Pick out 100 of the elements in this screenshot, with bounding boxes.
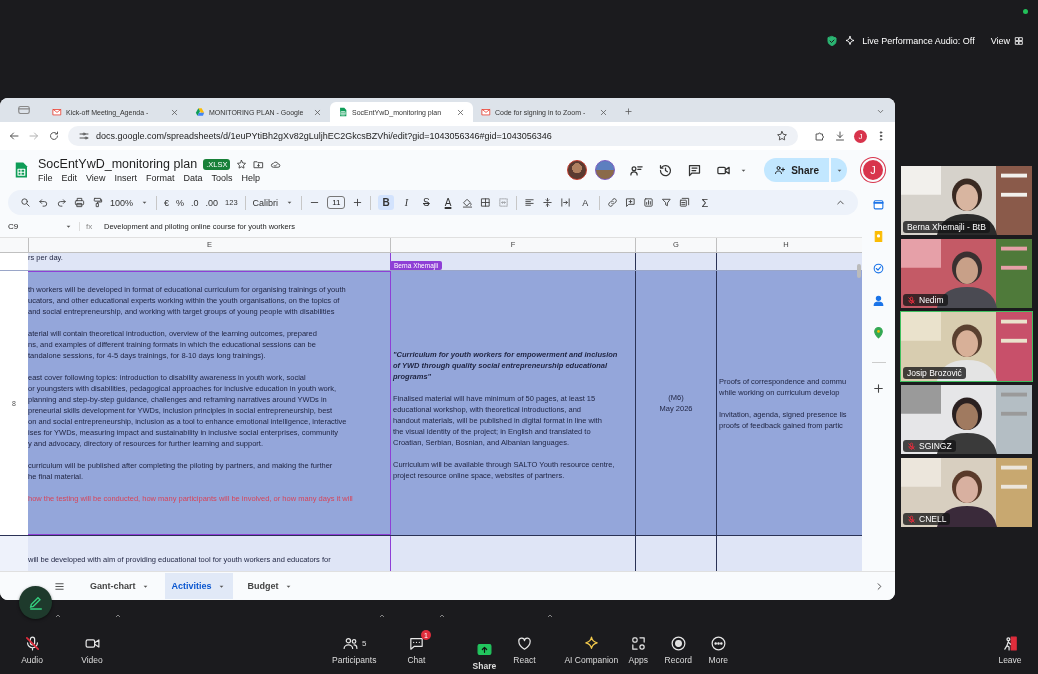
- decrease-decimal-button[interactable]: .0: [191, 197, 199, 208]
- borders-icon[interactable]: [480, 197, 492, 208]
- caret-icon[interactable]: [54, 612, 62, 620]
- close-icon[interactable]: [599, 107, 608, 117]
- menu-item[interactable]: Format: [145, 173, 175, 183]
- menu-item[interactable]: View: [86, 173, 106, 183]
- video-tile[interactable]: SGINGZ: [900, 384, 1033, 455]
- table-row[interactable]: [0, 271, 862, 536]
- download-icon[interactable]: [834, 130, 846, 142]
- video-tile[interactable]: Berna Xhemajli - BtB: [900, 165, 1033, 236]
- merge-cells-icon[interactable]: [498, 197, 510, 208]
- record-button[interactable]: Record: [658, 634, 699, 665]
- strikethrough-button[interactable]: S: [419, 195, 434, 210]
- move-folder-icon[interactable]: [253, 158, 265, 170]
- video-tile[interactable]: Nedim: [900, 238, 1033, 309]
- close-icon[interactable]: [313, 107, 322, 117]
- extensions-icon[interactable]: [814, 130, 826, 142]
- sheet-tab[interactable]: Gant-chart: [83, 573, 157, 599]
- name-box[interactable]: C9: [8, 221, 58, 231]
- currency-format-button[interactable]: €: [164, 197, 170, 208]
- caret-icon[interactable]: [546, 612, 555, 620]
- more-button[interactable]: More: [698, 634, 739, 665]
- edit-button[interactable]: [19, 586, 52, 619]
- collaborator-avatar[interactable]: [567, 160, 588, 180]
- close-icon[interactable]: [170, 107, 179, 117]
- menu-item[interactable]: Edit: [61, 173, 78, 183]
- undo-icon[interactable]: [38, 197, 49, 208]
- zoom-select[interactable]: 100%: [110, 197, 134, 208]
- site-settings-icon[interactable]: [78, 130, 90, 142]
- share-screen-icon: [475, 641, 493, 658]
- ai-companion-button[interactable]: AI Companion: [564, 634, 619, 665]
- star-icon[interactable]: [236, 158, 248, 170]
- react-button[interactable]: React: [504, 634, 545, 665]
- reload-icon[interactable]: [48, 130, 60, 142]
- percent-format-button[interactable]: %: [176, 197, 185, 208]
- participants-button[interactable]: 5 Participants: [332, 634, 377, 665]
- text-wrap-icon[interactable]: [560, 197, 572, 208]
- video-button[interactable]: Video: [72, 634, 112, 665]
- menu-item[interactable]: Insert: [114, 173, 137, 183]
- document-title[interactable]: SocEntYwD_monitoring plan: [38, 157, 198, 171]
- align-left-icon[interactable]: [524, 197, 536, 208]
- tab-group-icon[interactable]: [16, 103, 32, 117]
- caret-icon[interactable]: [378, 612, 387, 620]
- close-icon[interactable]: [456, 107, 465, 117]
- filter-icon[interactable]: [661, 197, 673, 208]
- add-icon[interactable]: [872, 382, 885, 395]
- address-bar[interactable]: docs.google.com/spreadsheets/d/1euPYtiBh2gXv82gLuljhEC2GkcsBZVhi/edit?gid=1043056346#gid=1043056346: [68, 126, 798, 146]
- apps-button[interactable]: Apps: [618, 634, 659, 665]
- tasks-icon[interactable]: [872, 262, 885, 275]
- search-icon[interactable]: [20, 197, 31, 208]
- paint-format-icon[interactable]: [92, 197, 103, 208]
- caret-icon[interactable]: [114, 612, 122, 620]
- menu-item[interactable]: Data: [183, 173, 203, 183]
- audio-button[interactable]: Audio: [12, 634, 52, 665]
- italic-button[interactable]: I: [400, 195, 412, 210]
- leave-button[interactable]: Leave: [990, 634, 1030, 665]
- chart-icon[interactable]: [643, 197, 655, 208]
- share-button[interactable]: Share: [764, 158, 829, 182]
- filter-views-icon[interactable]: [679, 197, 691, 208]
- functions-button[interactable]: Σ: [697, 194, 713, 211]
- sparkle-icon[interactable]: [844, 35, 857, 47]
- collaborator-avatar[interactable]: [595, 160, 616, 180]
- video-tile[interactable]: CNELL: [900, 457, 1033, 528]
- fill-color-icon[interactable]: [462, 197, 474, 208]
- contacts-icon[interactable]: [872, 294, 885, 307]
- tab-search-icon[interactable]: [876, 107, 885, 116]
- menu-item[interactable]: File: [38, 173, 53, 183]
- menu-item[interactable]: Help: [241, 173, 260, 183]
- vertical-align-icon[interactable]: [542, 197, 554, 208]
- view-button[interactable]: View: [990, 35, 1024, 47]
- profile-avatar[interactable]: J: [854, 129, 867, 143]
- sheet-tab[interactable]: Activities: [164, 573, 233, 599]
- bold-button[interactable]: B: [378, 195, 394, 210]
- history-icon[interactable]: [658, 162, 674, 178]
- caret-icon[interactable]: [438, 612, 447, 620]
- back-icon[interactable]: [8, 130, 20, 142]
- font-select[interactable]: Calibri: [252, 197, 279, 208]
- print-icon[interactable]: [74, 197, 85, 208]
- text-color-button[interactable]: A: [440, 195, 456, 210]
- redo-icon[interactable]: [56, 197, 67, 208]
- plus-icon[interactable]: [352, 197, 364, 208]
- bookmark-star-icon[interactable]: [776, 130, 788, 142]
- calendar-icon[interactable]: [872, 198, 885, 211]
- font-size-field[interactable]: 11: [327, 196, 346, 209]
- text-rotation-button[interactable]: A: [578, 195, 593, 210]
- video-tile[interactable]: Josip Brozović: [900, 311, 1033, 382]
- link-icon[interactable]: [607, 197, 619, 208]
- mail-icon: [481, 107, 491, 117]
- menu-item[interactable]: Tools: [211, 173, 233, 183]
- comment-icon[interactable]: [687, 162, 703, 178]
- account-avatar[interactable]: J: [861, 158, 885, 182]
- mail-icon: [52, 107, 62, 117]
- cloud-saved-icon[interactable]: [270, 158, 282, 170]
- add-comment-icon[interactable]: [625, 197, 637, 208]
- all-sheets-icon[interactable]: [54, 580, 65, 592]
- new-tab-icon[interactable]: [624, 107, 633, 116]
- scrollbar[interactable]: [857, 264, 861, 278]
- sheet-tab[interactable]: Budget: [240, 573, 300, 599]
- map-pin-icon[interactable]: [872, 326, 885, 339]
- increase-decimal-button[interactable]: .00: [205, 197, 219, 208]
